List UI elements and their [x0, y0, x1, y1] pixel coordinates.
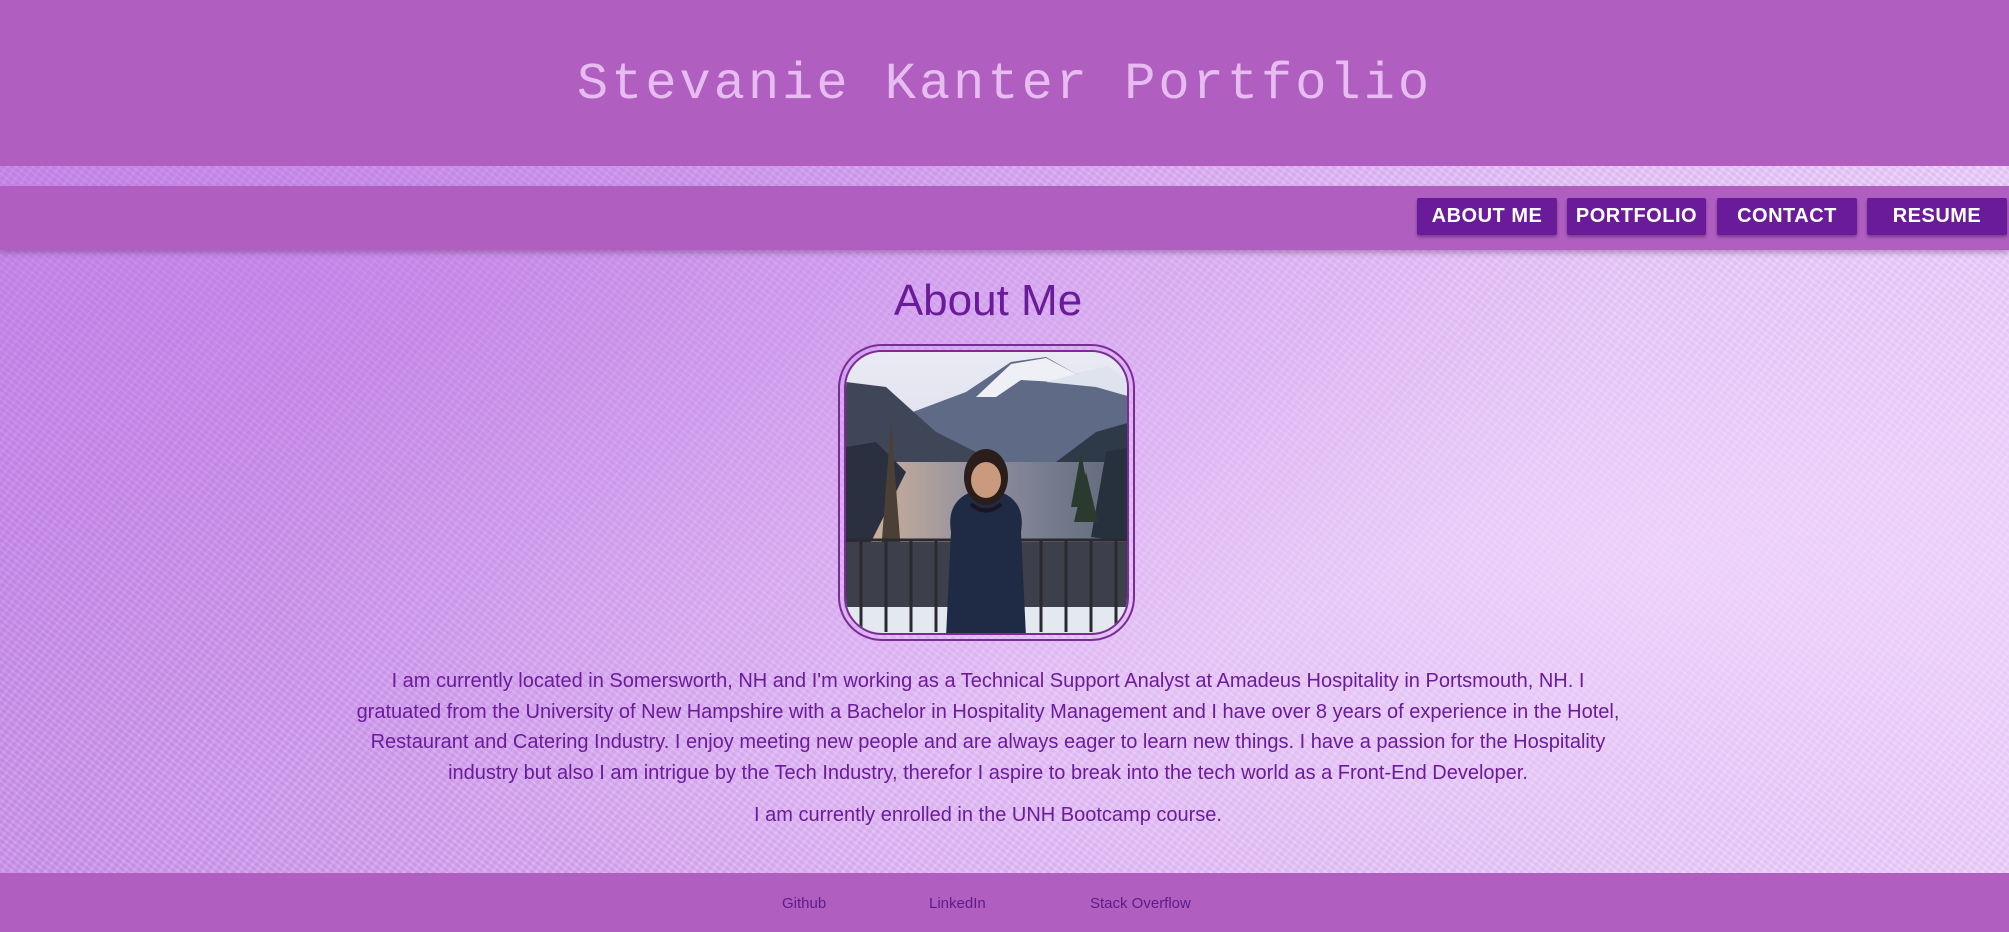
about-heading: About Me [893, 276, 1083, 325]
nav-bar: ABOUT ME PORTFOLIO CONTACT RESUME [0, 186, 2009, 250]
nav-portfolio-button[interactable]: PORTFOLIO [1567, 198, 1706, 235]
site-title: Stevanie Kanter Portfolio [576, 54, 1433, 114]
nav-about-button[interactable]: ABOUT ME [1417, 198, 1557, 235]
nav-contact-button[interactable]: CONTACT [1717, 198, 1857, 235]
about-paragraph: I am currently located in Somersworth, N… [356, 670, 1620, 784]
github-link[interactable]: Github [782, 895, 826, 912]
nav-resume-button[interactable]: RESUME [1867, 198, 2007, 235]
profile-photo-frame [838, 344, 1135, 641]
site-footer: Github LinkedIn Stack Overflow [0, 873, 2009, 932]
linkedin-link[interactable]: LinkedIn [929, 895, 986, 912]
profile-photo [844, 350, 1129, 635]
stack-overflow-link[interactable]: Stack Overflow [1090, 895, 1191, 912]
site-header: Stevanie Kanter Portfolio [0, 0, 2009, 166]
about-paragraph-bootcamp: I am currently enrolled in the UNH Bootc… [754, 804, 1222, 826]
